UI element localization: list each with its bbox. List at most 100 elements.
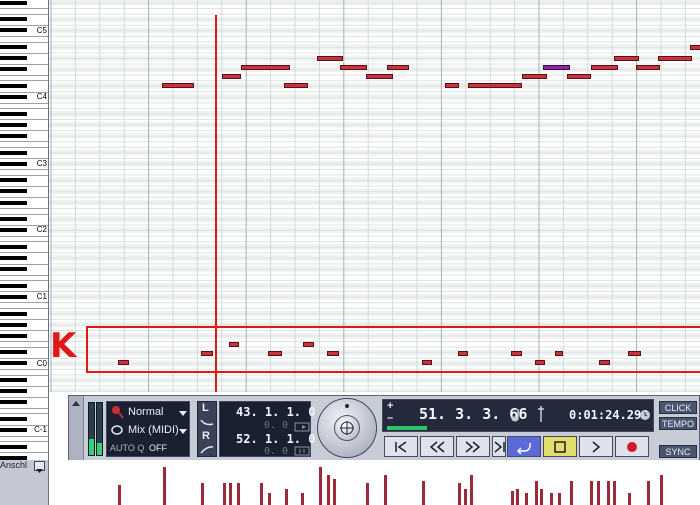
black-key[interactable] (0, 45, 27, 50)
midi-note[interactable] (522, 74, 547, 79)
midi-note[interactable] (229, 342, 239, 347)
black-key[interactable] (0, 311, 27, 316)
black-key[interactable] (0, 428, 27, 433)
snap-right-icon[interactable] (294, 446, 310, 456)
black-key[interactable] (0, 322, 27, 327)
chevron-down-icon[interactable] (179, 411, 187, 417)
right-locator-label[interactable]: R (202, 430, 210, 443)
controller-dropdown[interactable] (34, 461, 45, 473)
midi-note[interactable] (599, 360, 610, 365)
black-key[interactable] (0, 378, 27, 383)
go-to-start-button[interactable] (384, 436, 418, 457)
midi-note[interactable] (340, 65, 367, 70)
midi-note[interactable] (567, 74, 591, 79)
black-key[interactable] (0, 83, 27, 88)
transport-grip[interactable] (69, 396, 84, 460)
midi-note[interactable] (555, 351, 563, 356)
midi-note[interactable] (201, 351, 213, 356)
tempo-button[interactable]: TEMPO (659, 417, 697, 430)
note-editor-grid[interactable] (49, 0, 700, 392)
midi-note[interactable] (422, 360, 432, 365)
black-key[interactable] (0, 122, 27, 127)
click-button[interactable]: CLICK (659, 401, 697, 414)
midi-note[interactable] (690, 45, 700, 50)
play-button[interactable] (579, 436, 613, 457)
shuttle-knob[interactable] (334, 415, 360, 441)
midi-note[interactable] (241, 65, 290, 70)
mix-mode-select[interactable]: Mix (MIDI) (128, 424, 179, 437)
black-key[interactable] (0, 444, 27, 449)
black-key[interactable] (0, 67, 27, 72)
midi-note[interactable] (284, 83, 308, 88)
cycle-button[interactable] (507, 436, 541, 457)
go-to-end-button[interactable] (492, 436, 506, 457)
midi-note[interactable] (628, 351, 641, 356)
black-key[interactable] (0, 294, 27, 299)
midi-note[interactable] (162, 83, 194, 88)
black-key[interactable] (0, 228, 27, 233)
black-key[interactable] (0, 283, 27, 288)
controller-lane[interactable]: Anschl (0, 460, 700, 505)
midi-note[interactable] (222, 74, 241, 79)
black-key[interactable] (0, 133, 27, 138)
midi-note[interactable] (636, 65, 660, 70)
black-key[interactable] (0, 400, 27, 405)
black-key[interactable] (0, 416, 27, 421)
minus-label[interactable]: – (387, 412, 393, 425)
left-locator-value[interactable]: 43. 1. 1. 0 (236, 405, 315, 419)
punch-out-icon[interactable] (199, 444, 215, 456)
black-key[interactable] (0, 333, 27, 338)
black-key[interactable] (0, 56, 27, 61)
black-key[interactable] (0, 189, 27, 194)
record-mode-select[interactable]: Normal (128, 406, 163, 419)
black-key[interactable] (0, 150, 27, 155)
black-key[interactable] (0, 0, 27, 5)
black-key[interactable] (0, 28, 27, 33)
black-key[interactable] (0, 256, 27, 260)
snap-left-icon[interactable] (294, 422, 310, 432)
midi-note[interactable] (458, 351, 468, 356)
controller-selector[interactable]: Anschl (0, 460, 49, 505)
midi-note[interactable] (591, 65, 618, 70)
midi-note[interactable] (118, 360, 129, 365)
black-key[interactable] (0, 361, 27, 366)
piano-keyboard[interactable]: C5 C4 C3 C2 C1 C0 C-1 (0, 0, 49, 460)
black-key[interactable] (0, 95, 27, 100)
black-key[interactable] (0, 267, 27, 272)
rewind-button[interactable] (420, 436, 454, 457)
left-locator-label[interactable]: L (202, 402, 209, 415)
midi-note[interactable] (658, 56, 692, 61)
black-key[interactable] (0, 17, 27, 22)
midi-note[interactable] (366, 74, 393, 79)
midi-note[interactable] (387, 65, 409, 70)
midi-note[interactable] (535, 360, 545, 365)
fast-forward-button[interactable] (456, 436, 490, 457)
midi-note[interactable] (445, 83, 459, 88)
midi-note[interactable] (543, 65, 570, 70)
jog-wheel[interactable] (317, 398, 377, 458)
midi-note[interactable] (317, 56, 343, 61)
controller-name[interactable]: Anschl (0, 460, 34, 471)
black-key[interactable] (0, 200, 27, 205)
right-locator-value[interactable]: 52. 1. 1. 0 (236, 432, 315, 446)
punch-in-icon[interactable] (199, 416, 215, 428)
black-key[interactable] (0, 350, 27, 355)
black-key[interactable] (0, 178, 27, 183)
midi-note[interactable] (614, 56, 639, 61)
sync-button[interactable]: SYNC (659, 445, 697, 458)
chevron-down-icon[interactable] (179, 429, 187, 435)
black-key[interactable] (0, 161, 27, 166)
autoq-value[interactable]: OFF (149, 443, 167, 454)
midi-note[interactable] (511, 351, 522, 356)
midi-note[interactable] (327, 351, 339, 356)
midi-note[interactable] (303, 342, 314, 347)
black-key[interactable] (0, 111, 27, 116)
midi-note[interactable] (268, 351, 282, 356)
black-key[interactable] (0, 217, 27, 222)
midi-note[interactable] (468, 83, 522, 88)
record-button[interactable] (615, 436, 649, 457)
stop-button[interactable] (543, 436, 577, 457)
black-key[interactable] (0, 244, 27, 249)
black-key[interactable] (0, 389, 27, 394)
position-time[interactable]: 0:01:24.294 (569, 408, 648, 422)
